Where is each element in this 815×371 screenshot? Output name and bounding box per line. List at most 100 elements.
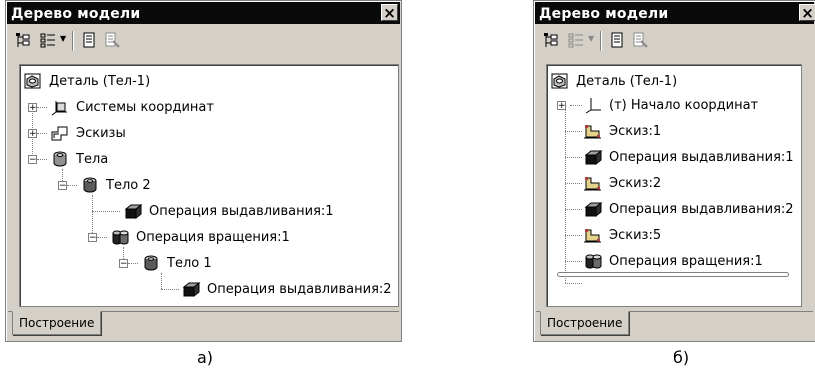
origin-icon xyxy=(583,96,603,114)
revolve-icon xyxy=(110,228,130,246)
sketch-icon xyxy=(583,122,603,140)
tree-line xyxy=(570,105,582,106)
tree-line xyxy=(67,185,77,186)
figure-caption-b: б) xyxy=(673,348,690,367)
list-view-icon[interactable] xyxy=(39,31,57,49)
body-icon xyxy=(80,176,100,194)
tree-view-icon[interactable] xyxy=(542,31,560,49)
collapse-toggle[interactable]: − xyxy=(28,155,37,165)
extrusion-icon xyxy=(583,148,603,166)
tree-line xyxy=(37,107,47,108)
tree-node-part[interactable]: Деталь (Тел-1) xyxy=(23,71,150,91)
document-icon[interactable] xyxy=(608,31,626,49)
collapse-toggle[interactable]: − xyxy=(119,259,128,269)
node-label: Тело 2 xyxy=(106,177,151,193)
properties-icon[interactable] xyxy=(631,31,649,49)
tab-construction[interactable]: Построение xyxy=(540,311,630,335)
tab-construction[interactable]: Построение xyxy=(12,311,102,335)
properties-icon[interactable] xyxy=(103,31,121,49)
tree-node-coordinate-systems[interactable]: Системы координат xyxy=(50,97,214,117)
expand-toggle[interactable]: + xyxy=(28,129,37,139)
expand-toggle[interactable]: + xyxy=(28,103,37,113)
part-icon xyxy=(23,72,43,90)
tree-line xyxy=(565,109,566,283)
tree-line xyxy=(37,159,47,160)
chevron-down-icon[interactable]: ▼ xyxy=(588,34,594,43)
tree-node-body-2[interactable]: Тело 2 xyxy=(80,175,151,195)
extrusion-icon xyxy=(583,200,603,218)
bodies-icon xyxy=(50,150,70,168)
tree-node-bodies[interactable]: Тела xyxy=(50,149,108,169)
rollback-bar[interactable] xyxy=(557,272,789,277)
node-label: Деталь (Тел-1) xyxy=(49,73,151,89)
tree-line xyxy=(565,261,582,262)
node-label: Тела xyxy=(76,151,109,167)
collapse-toggle[interactable]: − xyxy=(58,181,67,191)
extrusion-icon xyxy=(181,280,201,298)
title-bar: Дерево модели × xyxy=(535,2,815,24)
close-button[interactable]: × xyxy=(381,4,398,21)
expand-toggle[interactable]: + xyxy=(557,101,566,111)
close-button[interactable]: × xyxy=(799,4,815,21)
model-tree: + Деталь (Тел-1) (т) Начало координат Эс… xyxy=(546,64,802,307)
tree-node-sketches[interactable]: Эскизы xyxy=(50,123,126,143)
node-label: Системы координат xyxy=(76,99,214,115)
document-icon[interactable] xyxy=(80,31,98,49)
figure-caption-a: а) xyxy=(197,348,214,367)
sketches-icon xyxy=(50,124,70,142)
tree-line xyxy=(565,235,582,236)
node-label: Эскизы xyxy=(76,125,126,141)
collapse-toggle[interactable]: − xyxy=(88,233,97,243)
tree-line xyxy=(565,183,582,184)
toolbar-separator xyxy=(72,31,74,51)
chevron-down-icon[interactable]: ▼ xyxy=(60,34,66,43)
node-label: Эскиз:5 xyxy=(609,227,662,243)
tree-node-revolve-1[interactable]: Операция вращения:1 xyxy=(110,227,290,247)
toolbar: ▼ xyxy=(8,27,399,55)
tree-node-revolve-1[interactable]: Операция вращения:1 xyxy=(583,251,763,271)
node-label: Операция вращения:1 xyxy=(136,229,290,245)
toolbar: ▼ xyxy=(536,27,813,55)
node-label: Эскиз:1 xyxy=(609,123,662,139)
model-tree: + + − − − − Деталь (Тел-1) Системы коорд… xyxy=(19,64,399,307)
list-view-icon[interactable] xyxy=(567,31,585,49)
tree-node-extrusion-1[interactable]: Операция выдавливания:1 xyxy=(583,147,794,167)
part-icon xyxy=(550,72,570,90)
tree-line xyxy=(161,273,162,289)
node-label: Операция вращения:1 xyxy=(609,253,763,269)
tree-line xyxy=(97,237,107,238)
node-label: Операция выдавливания:2 xyxy=(207,281,392,297)
tree-node-extrusion-2[interactable]: Операция выдавливания:2 xyxy=(181,279,392,299)
tree-line xyxy=(92,195,93,237)
node-label: (т) Начало координат xyxy=(609,97,759,113)
model-tree-panel-b: Дерево модели × ▼ + Деталь (Тел-1) (т) Н… xyxy=(533,0,815,342)
extrusion-icon xyxy=(123,202,143,220)
tree-node-sketch-5[interactable]: Эскиз:5 xyxy=(583,225,661,245)
sketch-icon xyxy=(583,226,603,244)
tree-node-extrusion-2[interactable]: Операция выдавливания:2 xyxy=(583,199,794,219)
tree-line xyxy=(128,263,138,264)
tree-node-part[interactable]: Деталь (Тел-1) xyxy=(550,71,677,91)
tree-view-icon[interactable] xyxy=(14,31,32,49)
tree-node-extrusion-1[interactable]: Операция выдавливания:1 xyxy=(123,201,334,221)
node-label: Операция выдавливания:2 xyxy=(609,201,794,217)
node-label: Тело 1 xyxy=(167,255,212,271)
coordinate-system-icon xyxy=(50,98,70,116)
tree-line xyxy=(565,131,582,132)
tree-line xyxy=(92,211,120,212)
tree-node-body-1[interactable]: Тело 1 xyxy=(141,253,212,273)
panel-title: Дерево модели xyxy=(539,6,669,22)
tree-node-sketch-1[interactable]: Эскиз:1 xyxy=(583,121,661,141)
node-label: Операция выдавливания:1 xyxy=(609,149,794,165)
sketch-icon xyxy=(583,174,603,192)
tree-line xyxy=(565,283,582,284)
revolve-icon xyxy=(583,252,603,270)
tab-strip: Построение xyxy=(536,311,813,340)
toolbar-separator xyxy=(600,31,602,51)
body-icon xyxy=(141,254,161,272)
tree-node-sketch-2[interactable]: Эскиз:2 xyxy=(583,173,661,193)
tree-line xyxy=(37,133,47,134)
tree-line xyxy=(565,209,582,210)
tree-node-origin[interactable]: (т) Начало координат xyxy=(583,95,758,115)
tree-line xyxy=(161,289,179,290)
